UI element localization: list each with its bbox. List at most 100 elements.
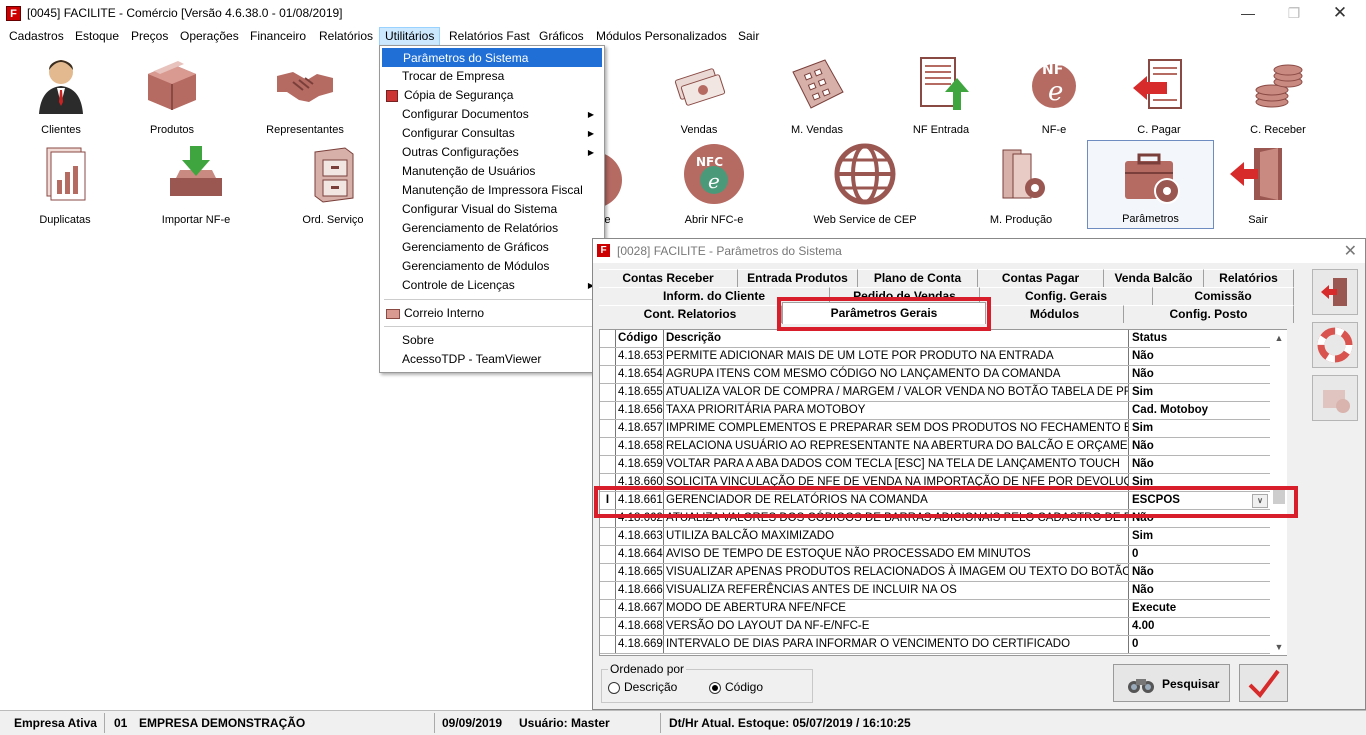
tab-venda-balcao[interactable]: Venda Balcão — [1104, 269, 1204, 287]
menu-estoque[interactable]: Estoque — [70, 27, 124, 46]
table-row[interactable]: 4.18.657 IMPRIME COMPLEMENTOS E PREPARAR … — [600, 420, 1270, 438]
tab-cont-relatorios[interactable]: Cont. Relatorios — [599, 305, 782, 323]
web-service-cep-button[interactable]: Web Service de CEP — [810, 142, 920, 228]
clientes-button[interactable]: Clientes — [22, 52, 100, 138]
table-row[interactable]: 4.18.656 TAXA PRIORITÁRIA PARA MOTOBOY Cad… — [600, 402, 1270, 420]
pesquisar-button[interactable]: Pesquisar — [1113, 664, 1230, 702]
cell-status[interactable]: Sim — [1130, 384, 1270, 401]
tab-plano-conta[interactable]: Plano de Conta — [858, 269, 978, 287]
menu-item-parametros-sistema[interactable]: Parâmetros do Sistema — [382, 48, 602, 67]
m-producao-button[interactable]: M. Produção — [982, 142, 1060, 228]
tab-entrada-produtos[interactable]: Entrada Produtos — [738, 269, 858, 287]
table-row[interactable]: 4.18.666 VISUALIZA REFERÊNCIAS ANTES DE I… — [600, 582, 1270, 600]
cell-status[interactable]: 0 — [1130, 636, 1270, 653]
ord-servico-button[interactable]: Ord. Serviço — [294, 142, 372, 228]
importar-nfe-button[interactable]: Importar NF-e — [156, 142, 236, 228]
table-row[interactable]: 4.18.663 UTILIZA BALCÃO MAXIMIZADO Sim — [600, 528, 1270, 546]
nf-e-button[interactable]: NF e NF-e — [1015, 52, 1093, 138]
menu-operacoes[interactable]: Operações — [175, 27, 244, 46]
menu-financeiro[interactable]: Financeiro — [245, 27, 311, 46]
menu-cadastros[interactable]: Cadastros — [4, 27, 69, 46]
table-row[interactable]: 4.18.667 MODO DE ABERTURA NFE/NFCE Execute — [600, 600, 1270, 618]
table-row[interactable]: 4.18.653 PERMITE ADICIONAR MAIS DE UM LOT… — [600, 348, 1270, 366]
maximize-button[interactable]: ❐ — [1279, 4, 1309, 22]
cell-status[interactable]: Execute — [1130, 600, 1270, 617]
menu-item-acessotdp[interactable]: AcessoTDP - TeamViewer — [382, 350, 602, 369]
menu-item-configurar-documentos[interactable]: Configurar Documentos ▶ — [382, 105, 602, 124]
menu-item-gerenciamento-graficos[interactable]: Gerenciamento de Gráficos — [382, 238, 602, 257]
menu-item-sobre[interactable]: Sobre — [382, 331, 602, 350]
parametros-button[interactable]: Parâmetros — [1087, 140, 1214, 229]
menu-utilitarios[interactable]: Utilitários — [379, 27, 441, 46]
m-vendas-button[interactable]: M. Vendas — [778, 52, 856, 138]
menu-sair[interactable]: Sair — [733, 27, 764, 46]
table-row[interactable]: 4.18.658 RELACIONA USUÁRIO AO REPRESENTAN… — [600, 438, 1270, 456]
menu-relatorios-fast[interactable]: Relatórios Fast — [444, 27, 535, 46]
cell-status[interactable]: 4.00 — [1130, 618, 1270, 635]
column-status[interactable]: Status — [1130, 330, 1270, 347]
nf-entrada-button[interactable]: NF Entrada — [902, 52, 980, 138]
cell-status[interactable]: Sim — [1130, 420, 1270, 437]
representantes-button[interactable]: Representantes — [262, 52, 348, 138]
tab-config-posto[interactable]: Config. Posto — [1124, 305, 1294, 323]
tab-relatorios[interactable]: Relatórios — [1204, 269, 1294, 287]
tab-modulos[interactable]: Módulos — [986, 305, 1124, 323]
menu-item-controle-licencas[interactable]: Controle de Licenças ▶ — [382, 276, 602, 295]
tab-comissao[interactable]: Comissão — [1153, 287, 1294, 305]
menu-item-trocar-empresa[interactable]: Trocar de Empresa — [382, 67, 602, 86]
produtos-button[interactable]: Produtos — [133, 52, 211, 138]
menu-modulos-personalizados[interactable]: Módulos Personalizados — [591, 27, 732, 46]
table-row[interactable]: 4.18.659 VOLTAR PARA A ABA DADOS COM TECL… — [600, 456, 1270, 474]
row-indicator — [600, 402, 616, 419]
confirm-button[interactable] — [1239, 664, 1288, 702]
dialog-close-icon[interactable]: ✕ — [1344, 241, 1357, 261]
table-row[interactable]: 4.18.664 AVISO DE TEMPO DE ESTOQUE NÃO PR… — [600, 546, 1270, 564]
scroll-down-icon[interactable]: ▼ — [1271, 639, 1287, 655]
minimize-button[interactable]: — — [1233, 4, 1263, 22]
menu-item-copia-seguranca[interactable]: Cópia de Segurança — [382, 86, 602, 105]
menu-item-manutencao-usuarios[interactable]: Manutenção de Usuários — [382, 162, 602, 181]
column-descricao[interactable]: Descrição — [664, 330, 1129, 347]
menu-item-correio-interno[interactable]: Correio Interno — [382, 304, 602, 323]
table-row[interactable]: 4.18.668 VERSÃO DO LAYOUT DA NF-E/NFC-E 4.… — [600, 618, 1270, 636]
config-disabled-button[interactable] — [1312, 375, 1358, 421]
menu-precos[interactable]: Preços — [126, 27, 173, 46]
cell-status[interactable]: 0 — [1130, 546, 1270, 563]
help-lifebuoy-button[interactable] — [1312, 322, 1358, 368]
cell-status[interactable]: Não — [1130, 456, 1270, 473]
cell-status[interactable]: Não — [1130, 348, 1270, 365]
table-row[interactable]: 4.18.669 INTERVALO DE DIAS PARA INFORMAR … — [600, 636, 1270, 654]
menu-item-configurar-visual[interactable]: Configurar Visual do Sistema — [382, 200, 602, 219]
vendas-button[interactable]: Vendas — [660, 52, 738, 138]
menu-graficos[interactable]: Gráficos — [534, 27, 589, 46]
tab-contas-pagar[interactable]: Contas Pagar — [978, 269, 1104, 287]
cell-status[interactable]: Não — [1130, 564, 1270, 581]
table-row[interactable]: 4.18.654 AGRUPA ITENS COM MESMO CÓDIGO NO… — [600, 366, 1270, 384]
cell-status[interactable]: Cad. Motoboy — [1130, 402, 1270, 419]
cell-status[interactable]: Não — [1130, 582, 1270, 599]
scroll-up-icon[interactable]: ▲ — [1271, 330, 1287, 346]
c-pagar-button[interactable]: C. Pagar — [1120, 52, 1198, 138]
menu-item-configurar-consultas[interactable]: Configurar Consultas ▶ — [382, 124, 602, 143]
column-codigo[interactable]: Código — [617, 330, 664, 347]
cell-status[interactable]: Não — [1130, 438, 1270, 455]
cell-status[interactable]: Sim — [1130, 528, 1270, 545]
table-row[interactable]: 4.18.655 ATUALIZA VALOR DE COMPRA / MARGE… — [600, 384, 1270, 402]
order-codigo-radio[interactable]: Código — [709, 680, 763, 694]
close-button[interactable]: ✕ — [1325, 4, 1355, 22]
menu-item-outras-configuracoes[interactable]: Outras Configurações ▶ — [382, 143, 602, 162]
table-row[interactable]: 4.18.665 VISUALIZAR APENAS PRODUTOS RELAC… — [600, 564, 1270, 582]
abrir-nfce-button[interactable]: NFC e Abrir NFC-e — [675, 142, 753, 228]
menu-relatorios[interactable]: Relatórios — [314, 27, 378, 46]
tab-contas-receber[interactable]: Contas Receber — [599, 269, 738, 287]
cell-status[interactable]: Não — [1130, 366, 1270, 383]
duplicatas-button[interactable]: Duplicatas — [26, 142, 104, 228]
c-receber-button[interactable]: C. Receber — [1239, 52, 1317, 138]
menu-item-gerenciamento-relatorios[interactable]: Gerenciamento de Relatórios — [382, 219, 602, 238]
dialog-exit-button[interactable] — [1312, 269, 1358, 315]
menu-item-manutencao-impressora[interactable]: Manutenção de Impressora Fiscal — [382, 181, 602, 200]
order-descricao-radio[interactable]: Descrição — [608, 680, 677, 694]
menu-item-gerenciamento-modulos[interactable]: Gerenciamento de Módulos — [382, 257, 602, 276]
tab-config-gerais[interactable]: Config. Gerais — [980, 287, 1153, 305]
sair-button[interactable]: Sair — [1219, 142, 1297, 228]
